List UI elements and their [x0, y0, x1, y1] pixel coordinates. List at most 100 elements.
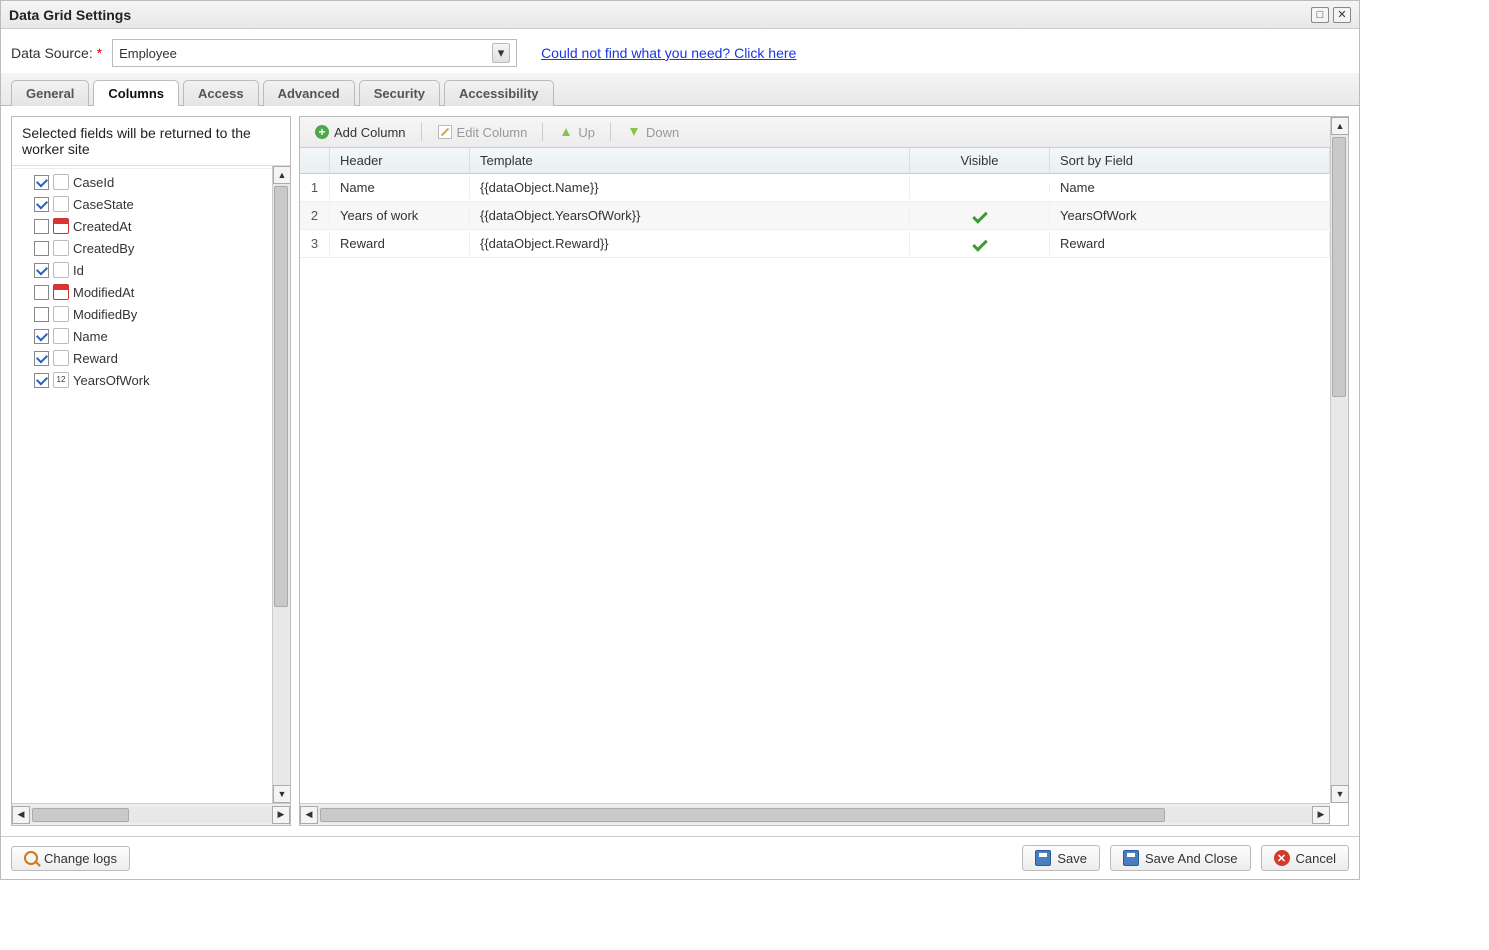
check-icon	[972, 236, 988, 252]
columns-panel: + Add Column Edit Column Up	[299, 116, 1349, 826]
field-item-casestate[interactable]: CaseState	[14, 193, 290, 215]
field-label: ModifiedBy	[73, 307, 137, 322]
change-logs-button[interactable]: Change logs	[11, 846, 130, 871]
field-checkbox[interactable]	[34, 351, 49, 366]
save-label: Save	[1057, 851, 1087, 866]
field-item-yearsofwork[interactable]: 12YearsOfWork	[14, 369, 290, 391]
field-checkbox[interactable]	[34, 219, 49, 234]
check-icon	[972, 208, 988, 224]
field-label: CreatedBy	[73, 241, 134, 256]
row-template: {{dataObject.Name}}	[470, 176, 910, 199]
text-field-icon	[53, 328, 69, 344]
required-marker: *	[97, 45, 102, 61]
scroll-right-icon[interactable]: ▶	[1312, 806, 1330, 824]
fields-panel: Selected fields will be returned to the …	[11, 116, 291, 826]
grid-header-template[interactable]: Template	[470, 148, 910, 173]
field-checkbox[interactable]	[34, 329, 49, 344]
field-label: CreatedAt	[73, 219, 132, 234]
row-sort: YearsOfWork	[1050, 204, 1330, 227]
tab-security[interactable]: Security	[359, 80, 440, 106]
tab-advanced[interactable]: Advanced	[263, 80, 355, 106]
save-close-label: Save And Close	[1145, 851, 1238, 866]
field-item-reward[interactable]: Reward	[14, 347, 290, 369]
calendar-icon	[53, 284, 69, 300]
field-checkbox[interactable]	[34, 373, 49, 388]
field-checkbox[interactable]	[34, 285, 49, 300]
scroll-down-icon[interactable]: ▼	[1331, 785, 1349, 803]
field-label: Id	[73, 263, 84, 278]
content-body: Selected fields will be returned to the …	[1, 106, 1359, 836]
field-checkbox[interactable]	[34, 263, 49, 278]
row-visible	[910, 184, 1050, 192]
save-button[interactable]: Save	[1022, 845, 1100, 871]
dropdown-arrow-icon: ▾	[492, 43, 510, 63]
scroll-thumb[interactable]	[32, 808, 129, 822]
field-item-createdby[interactable]: CreatedBy	[14, 237, 290, 259]
grid-row[interactable]: 2Years of work{{dataObject.YearsOfWork}}…	[300, 202, 1330, 230]
scroll-track[interactable]	[1331, 135, 1347, 785]
row-index: 1	[300, 176, 330, 199]
calendar-icon	[53, 218, 69, 234]
scroll-track[interactable]	[273, 184, 289, 785]
scroll-thumb[interactable]	[1332, 137, 1346, 397]
maximize-button[interactable]: □	[1311, 7, 1329, 23]
cancel-button[interactable]: ✕ Cancel	[1261, 845, 1349, 871]
tab-accessibility[interactable]: Accessibility	[444, 80, 554, 106]
save-icon	[1123, 850, 1139, 866]
scroll-thumb[interactable]	[320, 808, 1165, 822]
cancel-label: Cancel	[1296, 851, 1336, 866]
window-controls: □ ✕	[1311, 7, 1351, 23]
scroll-track[interactable]	[30, 807, 272, 823]
tab-general[interactable]: General	[11, 80, 89, 106]
save-icon	[1035, 850, 1051, 866]
text-field-icon	[53, 196, 69, 212]
grid-header-header[interactable]: Header	[330, 148, 470, 173]
scroll-right-icon[interactable]: ▶	[272, 806, 290, 824]
columns-toolbar: + Add Column Edit Column Up	[300, 117, 1330, 148]
separator	[610, 123, 611, 141]
field-checkbox[interactable]	[34, 241, 49, 256]
field-item-id[interactable]: Id	[14, 259, 290, 281]
grid-row[interactable]: 3Reward{{dataObject.Reward}}Reward	[300, 230, 1330, 258]
edit-icon	[437, 124, 453, 140]
fields-tree: CaseIdCaseState CreatedAt CreatedBy Id Modif…	[14, 168, 290, 803]
scroll-down-icon[interactable]: ▼	[273, 785, 290, 803]
tree-horizontal-scrollbar[interactable]: ◀ ▶	[12, 803, 290, 825]
field-item-modifiedby[interactable]: ModifiedBy	[14, 303, 290, 325]
edit-column-label: Edit Column	[457, 125, 528, 140]
text-field-icon	[53, 174, 69, 190]
scroll-left-icon[interactable]: ◀	[12, 806, 30, 824]
grid-header-visible[interactable]: Visible	[910, 148, 1050, 173]
scroll-up-icon[interactable]: ▲	[1331, 117, 1349, 135]
row-visible	[910, 232, 1050, 255]
data-source-select[interactable]: Employee ▾	[112, 39, 517, 67]
close-button[interactable]: ✕	[1333, 7, 1351, 23]
dialog-window: Data Grid Settings □ ✕ Data Source: * Em…	[0, 0, 1360, 880]
grid-row[interactable]: 1Name{{dataObject.Name}}Name	[300, 174, 1330, 202]
field-item-caseid[interactable]: CaseId	[14, 171, 290, 193]
tab-access[interactable]: Access	[183, 80, 259, 106]
grid-horizontal-scrollbar[interactable]: ◀ ▶	[300, 803, 1330, 825]
scroll-left-icon[interactable]: ◀	[300, 806, 318, 824]
titlebar: Data Grid Settings □ ✕	[1, 1, 1359, 29]
field-label: Reward	[73, 351, 118, 366]
field-item-modifiedat[interactable]: ModifiedAt	[14, 281, 290, 303]
scroll-thumb[interactable]	[274, 186, 288, 607]
add-column-button[interactable]: + Add Column	[308, 121, 412, 143]
field-item-name[interactable]: Name	[14, 325, 290, 347]
window-title: Data Grid Settings	[9, 7, 131, 23]
cancel-icon: ✕	[1274, 850, 1290, 866]
tree-vertical-scrollbar[interactable]: ▲ ▼	[272, 166, 290, 803]
tab-columns[interactable]: Columns	[93, 80, 179, 106]
scroll-up-icon[interactable]: ▲	[273, 166, 290, 184]
help-link[interactable]: Could not find what you need? Click here	[541, 45, 796, 61]
save-and-close-button[interactable]: Save And Close	[1110, 845, 1251, 871]
field-checkbox[interactable]	[34, 197, 49, 212]
scroll-track[interactable]	[318, 807, 1312, 823]
field-checkbox[interactable]	[34, 307, 49, 322]
grid-header-sort[interactable]: Sort by Field	[1050, 148, 1330, 173]
field-checkbox[interactable]	[34, 175, 49, 190]
grid-vertical-scrollbar[interactable]: ▲ ▼	[1330, 117, 1348, 803]
data-source-label: Data Source: *	[11, 45, 102, 61]
field-item-createdat[interactable]: CreatedAt	[14, 215, 290, 237]
